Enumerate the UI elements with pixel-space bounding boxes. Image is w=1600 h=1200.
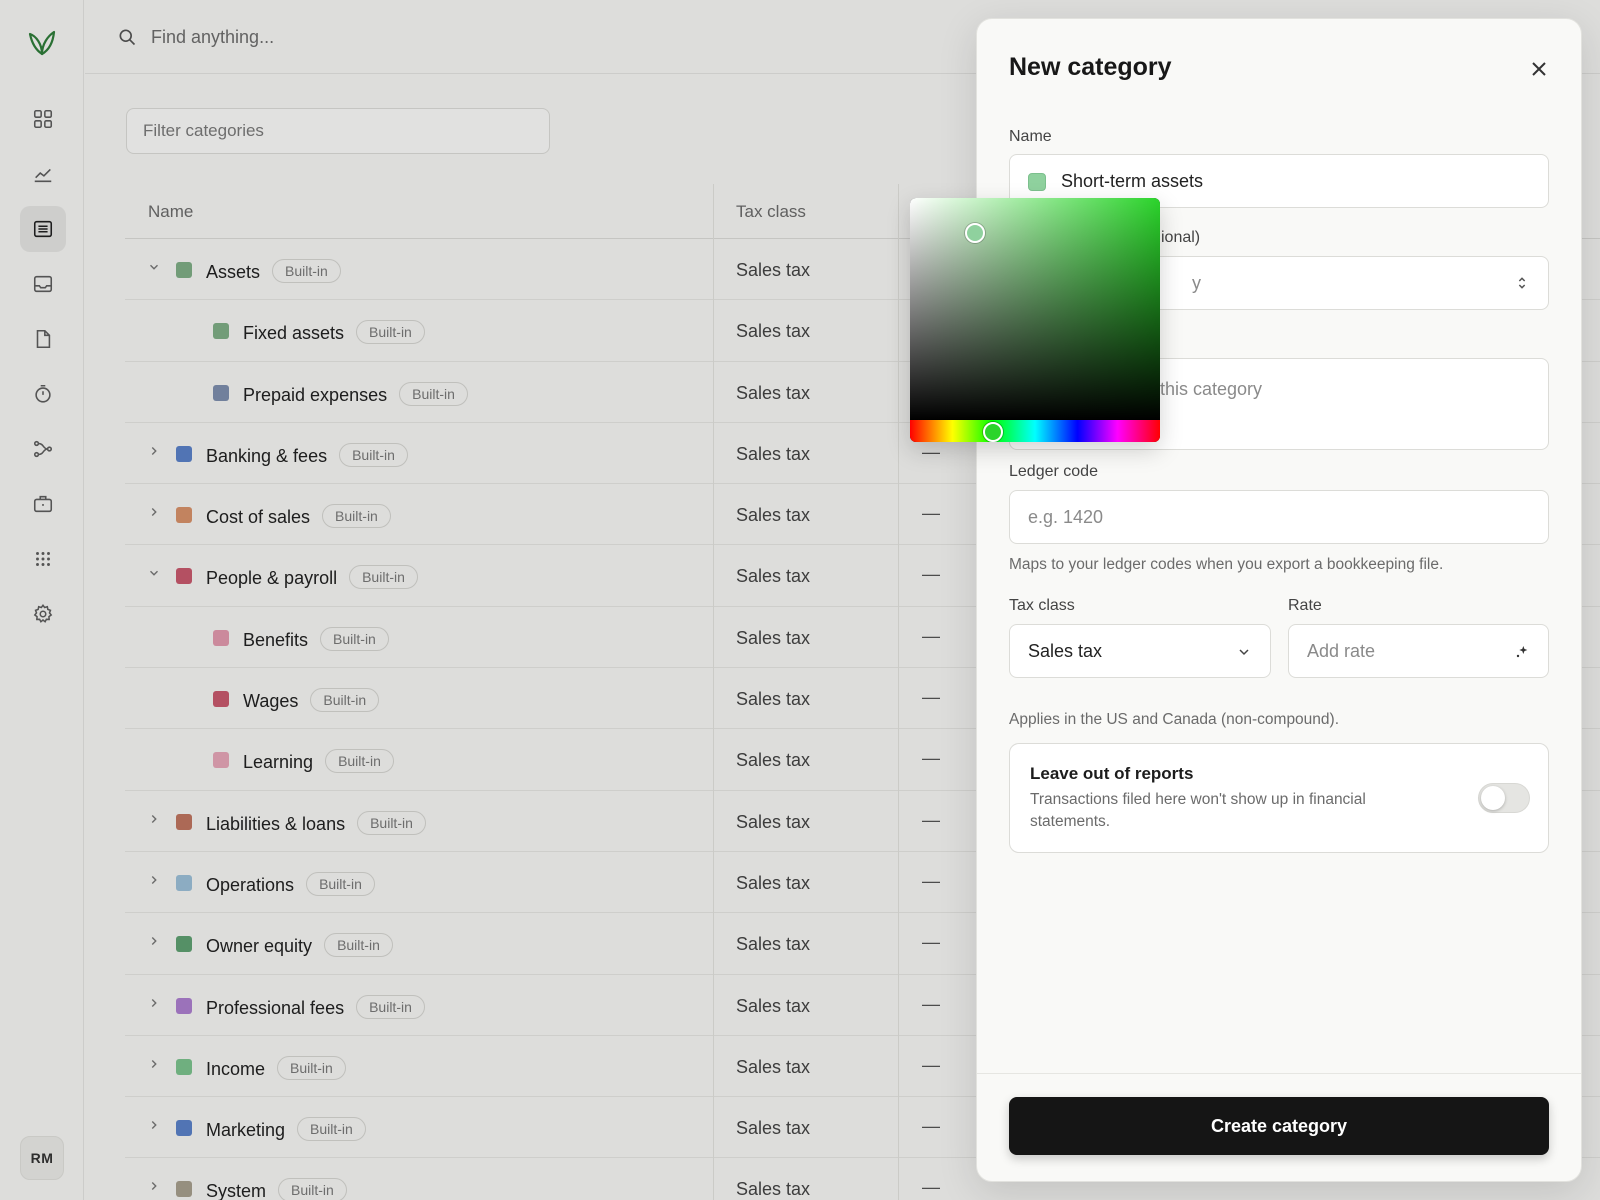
ledger-code-label: Ledger code (1009, 463, 1098, 480)
rate-field[interactable]: Add rate (1288, 624, 1549, 678)
exclude-toggle[interactable] (1478, 783, 1530, 813)
ledger-code-help: Maps to your ledger codes when you expor… (1009, 556, 1444, 573)
rate-placeholder: Add rate (1307, 641, 1376, 661)
toggle-knob (1481, 786, 1505, 810)
hue-slider[interactable] (910, 420, 1160, 442)
rate-label: Rate (1288, 597, 1322, 614)
exclude-from-reports-card: Leave out of reports Transactions filed … (1009, 743, 1549, 853)
panel-title: New category (1009, 53, 1172, 81)
ledger-code-placeholder: e.g. 1420 (1028, 507, 1104, 527)
tax-class-value: Sales tax (1028, 641, 1103, 661)
parent-label: ional) (1161, 229, 1201, 246)
color-picker-popover (910, 198, 1160, 442)
saturation-handle[interactable] (965, 223, 985, 243)
chevron-down-icon (1239, 649, 1249, 656)
exclude-description: Transactions filed here won't show up in… (1030, 791, 1366, 830)
close-icon[interactable] (1527, 57, 1551, 81)
name-value: Short-term assets (1061, 171, 1204, 191)
ledger-code-field[interactable]: e.g. 1420 (1009, 490, 1549, 544)
name-label: Name (1009, 128, 1052, 145)
new-category-panel: New category Name Short-term assets iona… (976, 18, 1582, 1182)
select-updown-icon (1518, 277, 1526, 289)
tax-class-help: Applies in the US and Canada (non-compou… (1009, 711, 1340, 728)
create-category-button[interactable]: Create category (1009, 1097, 1549, 1155)
sparkle-icon[interactable] (1514, 644, 1530, 660)
hue-handle[interactable] (983, 422, 1003, 442)
description-placeholder: this category (1160, 379, 1263, 399)
color-swatch-button[interactable] (1028, 173, 1046, 191)
tax-class-select[interactable]: Sales tax (1009, 624, 1271, 678)
exclude-title: Leave out of reports (1030, 764, 1194, 783)
parent-select-value: y (1192, 273, 1201, 293)
saturation-value-area[interactable] (910, 198, 1160, 420)
tax-class-label: Tax class (1009, 597, 1075, 614)
